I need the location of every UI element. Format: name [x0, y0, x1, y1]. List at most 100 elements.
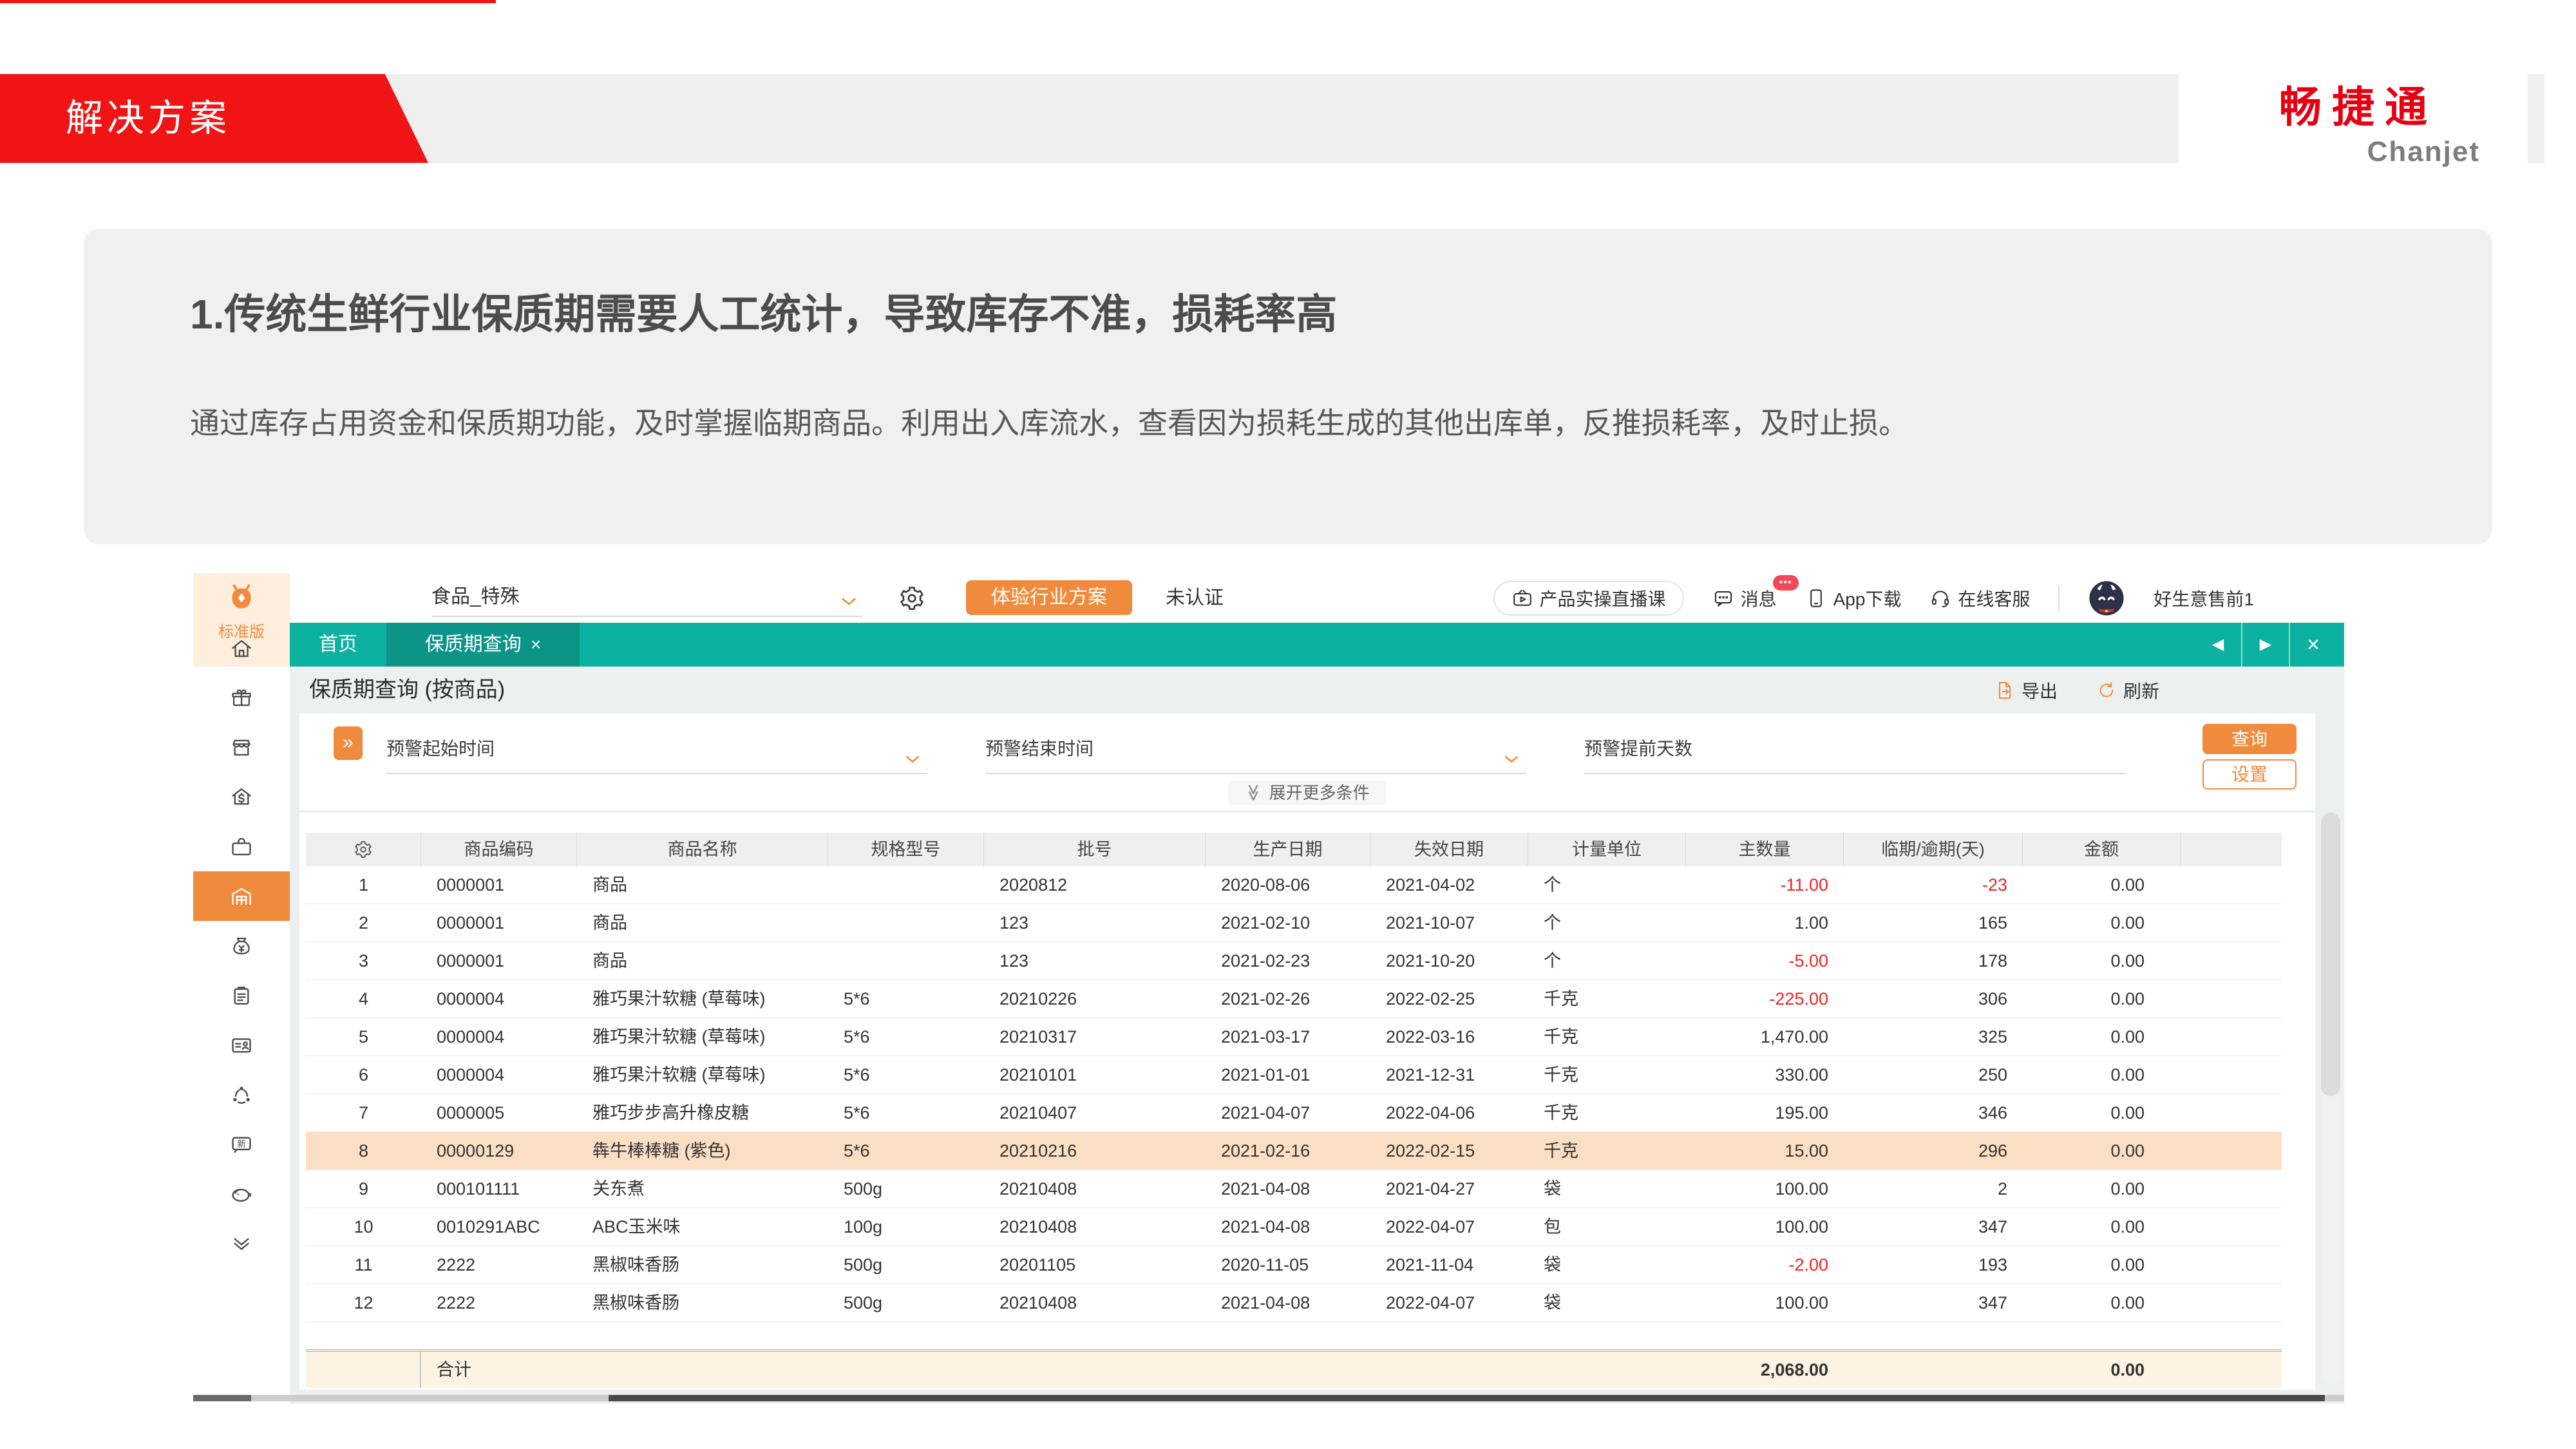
cell-seq: 3	[306, 942, 421, 980]
cell-unit: 个	[1528, 942, 1686, 980]
vertical-scrollbar-thumb[interactable]	[2321, 813, 2340, 1096]
collapse-filter-button[interactable]: »	[334, 726, 363, 760]
export-button[interactable]: 导出	[1994, 677, 2058, 703]
horizontal-scrollbar-thumb-left[interactable]	[193, 1395, 251, 1401]
trial-solution-button[interactable]: 体验行业方案	[966, 580, 1132, 615]
cert-status[interactable]: 未认证	[1166, 573, 1224, 623]
cell-batch: 20210408	[984, 1208, 1206, 1245]
cell-exp-date: 2022-04-06	[1370, 1094, 1528, 1132]
sidebar-item-money-bag-icon[interactable]	[193, 921, 290, 971]
vertical-scrollbar[interactable]	[2321, 813, 2340, 1385]
table-row[interactable]: 20000001商品1232021-02-102021-10-07个1.0016…	[306, 904, 2282, 942]
tab-forward-button[interactable]: ▶	[2241, 623, 2289, 667]
horizontal-scrollbar-track-right[interactable]	[2325, 1395, 2344, 1401]
cell-batch: 20210317	[984, 1018, 1206, 1056]
sidebar: 标准版 新	[193, 573, 290, 1404]
table-row[interactable]: 9000101111关东煮500g202104082021-04-082021-…	[306, 1170, 2282, 1208]
cell-code: 00000129	[421, 1132, 577, 1170]
sidebar-item-share-network-icon[interactable]	[193, 1070, 290, 1119]
page-content: 保质期查询 (按商品) 导出 刷新 » 预警起始时间	[290, 667, 2344, 1404]
cell-blank	[2181, 1170, 2282, 1208]
avatar[interactable]	[2088, 580, 2125, 617]
app-window: 标准版 新 食品_特殊 体验行业方案 未认证 产品实操直播课	[193, 573, 2344, 1404]
cell-code: 000101111	[421, 1170, 577, 1208]
sidebar-item-warehouse-icon[interactable]	[193, 871, 290, 921]
horizontal-scrollbar-track[interactable]	[251, 1395, 609, 1401]
company-select[interactable]: 食品_特殊	[431, 578, 863, 617]
cell-batch: 20210101	[984, 1056, 1206, 1094]
cell-seq: 11	[306, 1246, 421, 1283]
table-row[interactable]: 10000001商品20208122020-08-062021-04-02个-1…	[306, 866, 2282, 904]
warn-start-date-field[interactable]: 预警起始时间	[386, 725, 927, 774]
cell-batch: 20210216	[984, 1132, 1206, 1170]
username[interactable]: 好生意售前1	[2154, 585, 2254, 611]
cell-days: 2	[1844, 1170, 2023, 1208]
expand-more-conditions[interactable]: ≫展开更多条件	[1228, 781, 1386, 805]
cell-name: 雅巧果汁软糖 (草莓味)	[577, 1018, 828, 1056]
sidebar-item-briefcase-icon[interactable]	[193, 822, 290, 871]
gear-icon[interactable]	[898, 585, 927, 613]
online-service-button[interactable]: 在线客服	[1929, 585, 2030, 611]
sidebar-item-piggy-icon[interactable]	[193, 1169, 290, 1218]
column-header: 失效日期	[1370, 833, 1528, 866]
cell-qty: -5.00	[1686, 942, 1844, 980]
table-row[interactable]: 122222黑椒味香肠500g202104082021-04-082022-04…	[306, 1284, 2282, 1322]
live-course-button[interactable]: 产品实操直播课	[1493, 581, 1684, 616]
table-row[interactable]: 50000004雅巧果汁软糖 (草莓味)5*6202103172021-03-1…	[306, 1018, 2282, 1056]
column-settings-gear-icon[interactable]	[306, 833, 421, 866]
total-amount: 0.00	[2023, 1352, 2181, 1388]
horizontal-scrollbar-thumb[interactable]	[609, 1395, 2325, 1401]
tab-close-all-button[interactable]: ×	[2289, 623, 2336, 667]
ribbon-label: 解决方案	[66, 97, 231, 139]
cell-qty: 100.00	[1686, 1284, 1844, 1321]
tab-back-button[interactable]: ◀	[2195, 623, 2241, 667]
total-cell	[2181, 1352, 2282, 1388]
cell-name: 关东煮	[577, 1170, 828, 1208]
cell-amount: 0.00	[2023, 1018, 2181, 1056]
subtitle: 通过库存占用资金和保质期功能，及时掌握临期商品。利用出入库流水，查看因为损耗生成…	[190, 400, 2441, 442]
cell-amount: 0.00	[2023, 1284, 2181, 1321]
cell-exp-date: 2022-04-07	[1370, 1284, 1528, 1321]
total-cell	[577, 1352, 828, 1388]
table-row[interactable]: 112222黑椒味香肠500g202011052020-11-052021-11…	[306, 1246, 2282, 1284]
cell-unit: 千克	[1528, 1094, 1686, 1132]
table-row[interactable]: 100010291ABCABC玉米味100g202104082021-04-08…	[306, 1208, 2282, 1246]
messages-badge: •••	[1773, 575, 1799, 591]
total-cell	[1370, 1352, 1528, 1388]
tab-shelf-life-query[interactable]: 保质期查询×	[386, 623, 580, 667]
sidebar-item-new-badge-icon[interactable]: 新	[193, 1119, 290, 1169]
query-button[interactable]: 查询	[2202, 724, 2297, 754]
table-row[interactable]: 60000004雅巧果汁软糖 (草莓味)5*6202101012021-01-0…	[306, 1056, 2282, 1094]
cell-seq: 1	[306, 866, 421, 904]
cell-batch: 20210408	[984, 1284, 1206, 1321]
sidebar-item-shop-icon[interactable]	[193, 723, 290, 772]
warn-end-date-field[interactable]: 预警结束时间	[985, 725, 1526, 774]
cell-qty: 1,470.00	[1686, 1018, 1844, 1056]
refresh-button[interactable]: 刷新	[2096, 677, 2159, 703]
tab-home[interactable]: 首页	[290, 623, 386, 667]
brand-logo-zh: 畅捷通	[2179, 73, 2528, 135]
cell-amount: 0.00	[2023, 1056, 2181, 1094]
sidebar-item-home-icon[interactable]	[193, 623, 290, 673]
table-row[interactable]: 800000129犇牛棒棒糖 (紫色)5*6202102162021-02-16…	[306, 1132, 2282, 1170]
sidebar-item-id-card-icon[interactable]	[193, 1020, 290, 1070]
tab-close-icon[interactable]: ×	[531, 634, 541, 654]
cell-name: 商品	[577, 942, 828, 980]
cell-unit: 包	[1528, 1208, 1686, 1245]
warn-days-field[interactable]: 预警提前天数	[1584, 725, 2125, 774]
table-row[interactable]: 40000004雅巧果汁软糖 (草莓味)5*6202102262021-02-2…	[306, 980, 2282, 1018]
cell-spec: 5*6	[828, 1056, 984, 1094]
sidebar-item-collapse-icon[interactable]	[193, 1218, 290, 1268]
cell-unit: 袋	[1528, 1170, 1686, 1208]
messages-button[interactable]: 消息 •••	[1712, 585, 1777, 611]
table-row[interactable]: 30000001商品1232021-02-232021-10-20个-5.001…	[306, 942, 2282, 980]
column-header: 主数量	[1686, 833, 1844, 866]
sidebar-item-gift-icon[interactable]	[193, 673, 290, 723]
cell-prod-date: 2021-02-10	[1206, 904, 1370, 942]
cell-exp-date: 2022-02-15	[1370, 1132, 1528, 1170]
app-download-button[interactable]: App下载	[1805, 585, 1902, 611]
table-row[interactable]: 70000005雅巧步步高升橡皮糖5*6202104072021-04-0720…	[306, 1094, 2282, 1132]
sidebar-item-purchase-icon[interactable]	[193, 772, 290, 822]
sidebar-item-clipboard-icon[interactable]	[193, 971, 290, 1020]
settings-button[interactable]: 设置	[2202, 759, 2297, 790]
